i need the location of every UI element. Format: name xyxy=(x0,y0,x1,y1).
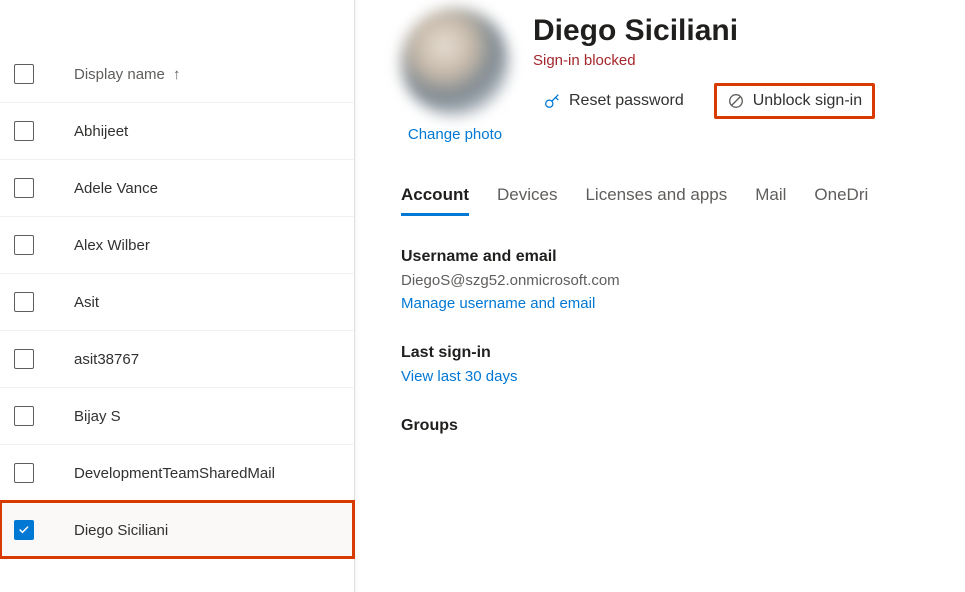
row-checkbox[interactable] xyxy=(14,121,34,141)
row-checkbox[interactable] xyxy=(14,349,34,369)
column-header-display-name[interactable]: Display name ↑ xyxy=(74,66,181,83)
row-checkbox[interactable] xyxy=(14,406,34,426)
row-display-name: Asit xyxy=(74,294,99,311)
tab-account[interactable]: Account xyxy=(401,185,469,216)
tab-onedrive[interactable]: OneDri xyxy=(814,185,868,216)
row-display-name: DevelopmentTeamSharedMail xyxy=(74,465,275,482)
user-row[interactable]: Abhijeet xyxy=(0,102,354,159)
last-signin-section: Last sign-in View last 30 days xyxy=(401,344,965,385)
row-display-name: asit38767 xyxy=(74,351,139,368)
user-detail-panel: Change photo Diego Siciliani Sign-in blo… xyxy=(355,0,965,592)
tab-devices[interactable]: Devices xyxy=(497,185,557,216)
unblock-signin-label: Unblock sign-in xyxy=(753,92,862,110)
tab-mail[interactable]: Mail xyxy=(755,185,786,216)
row-display-name: Adele Vance xyxy=(74,180,158,197)
list-header-row: Display name ↑ xyxy=(0,58,354,102)
user-row[interactable]: Adele Vance xyxy=(0,159,354,216)
user-list-panel: Display name ↑ Abhijeet Adele Vance Alex W… xyxy=(0,0,355,592)
user-row[interactable]: DevelopmentTeamSharedMail xyxy=(0,444,354,501)
groups-section: Groups xyxy=(401,417,965,435)
row-checkbox[interactable] xyxy=(14,235,34,255)
unblock-signin-button[interactable]: Unblock sign-in xyxy=(714,83,875,119)
user-row[interactable]: Diego Siciliani xyxy=(0,501,354,558)
select-all-checkbox[interactable] xyxy=(14,64,34,84)
username-section: Username and email DiegoS@szg52.onmicros… xyxy=(401,248,965,312)
profile-header: Change photo Diego Siciliani Sign-in blo… xyxy=(401,8,965,143)
detail-tabs: Account Devices Licenses and apps Mail O… xyxy=(401,185,965,216)
user-row[interactable]: Asit xyxy=(0,273,354,330)
groups-label: Groups xyxy=(401,417,965,435)
user-display-name: Diego Siciliani xyxy=(533,14,875,48)
sort-ascending-icon: ↑ xyxy=(173,66,181,83)
tab-licenses[interactable]: Licenses and apps xyxy=(585,185,727,216)
row-checkbox[interactable] xyxy=(14,463,34,483)
block-icon xyxy=(727,92,745,110)
row-checkbox[interactable] xyxy=(14,178,34,198)
change-photo-link[interactable]: Change photo xyxy=(408,126,502,143)
user-row[interactable]: Alex Wilber xyxy=(0,216,354,273)
check-icon xyxy=(17,523,31,537)
username-value: DiegoS@szg52.onmicrosoft.com xyxy=(401,272,965,289)
row-display-name: Diego Siciliani xyxy=(74,522,168,539)
key-icon xyxy=(543,92,561,110)
reset-password-label: Reset password xyxy=(569,92,684,110)
row-display-name: Bijay S xyxy=(74,408,121,425)
row-checkbox[interactable] xyxy=(14,292,34,312)
avatar xyxy=(401,8,509,116)
row-display-name: Abhijeet xyxy=(74,123,128,140)
row-checkbox[interactable] xyxy=(14,520,34,540)
view-last-30-days-link[interactable]: View last 30 days xyxy=(401,368,517,385)
reset-password-button[interactable]: Reset password xyxy=(533,86,694,116)
user-row[interactable]: Bijay S xyxy=(0,387,354,444)
row-display-name: Alex Wilber xyxy=(74,237,150,254)
manage-username-link[interactable]: Manage username and email xyxy=(401,295,595,312)
username-label: Username and email xyxy=(401,248,965,266)
last-signin-label: Last sign-in xyxy=(401,344,965,362)
user-row[interactable]: asit38767 xyxy=(0,330,354,387)
signin-status: Sign-in blocked xyxy=(533,52,875,69)
